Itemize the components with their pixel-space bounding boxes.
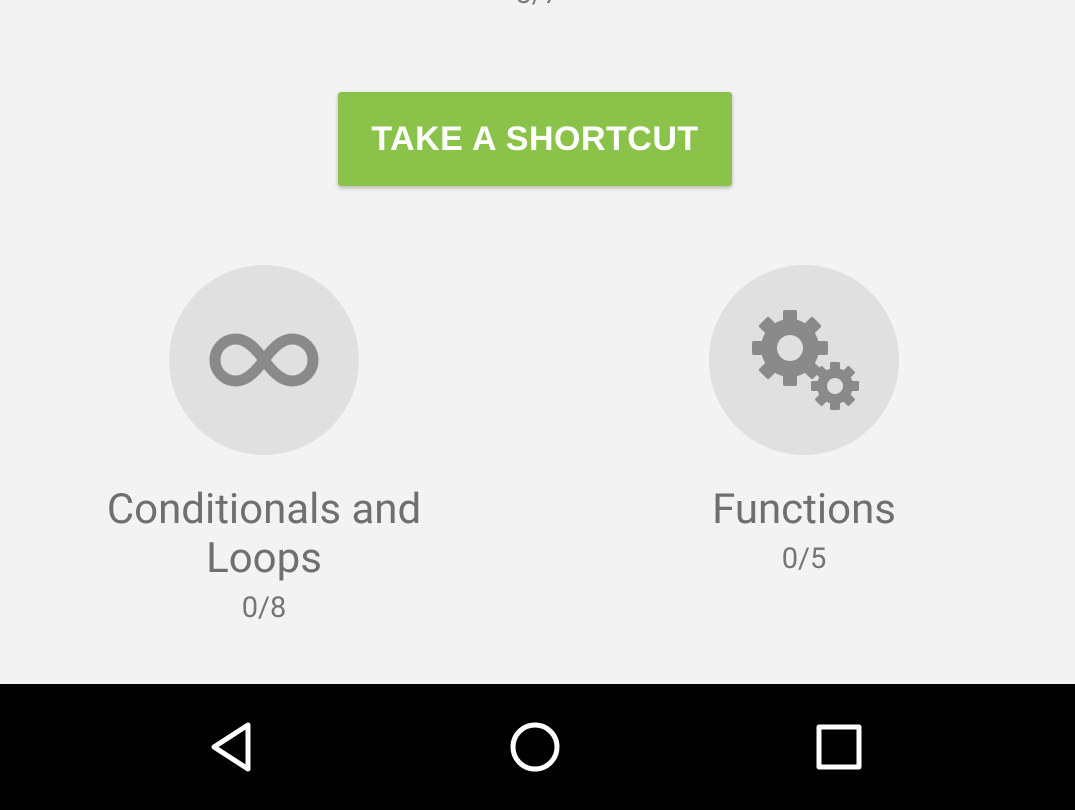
back-button[interactable] [173,684,293,810]
recents-button[interactable] [779,684,899,810]
recents-square-icon [816,724,862,770]
skill-title: Functions [712,485,896,534]
skill-icon-circle[interactable] [169,265,359,455]
skill-icon-circle[interactable] [709,265,899,455]
back-triangle-icon [211,722,251,772]
skill-progress: 0/5 [781,542,827,576]
skill-progress: 0/8 [241,591,287,625]
home-button[interactable] [475,684,595,810]
system-navigation-bar [0,684,1075,810]
home-circle-icon [510,722,560,772]
skill-title: Conditionals and Loops [106,485,422,583]
previous-skill-progress: 3/7 [0,0,1075,8]
gears-icon [752,310,859,410]
infinity-icon [209,333,319,387]
take-a-shortcut-button[interactable]: TAKE A SHORTCUT [338,92,732,186]
skill-conditionals-and-loops[interactable]: Conditionals and Loops 0/8 [34,265,494,631]
screen: 3/7 TAKE A SHORTCUT Conditionals and Loo… [0,0,1075,810]
skill-functions[interactable]: Functions 0/5 [574,265,1034,582]
